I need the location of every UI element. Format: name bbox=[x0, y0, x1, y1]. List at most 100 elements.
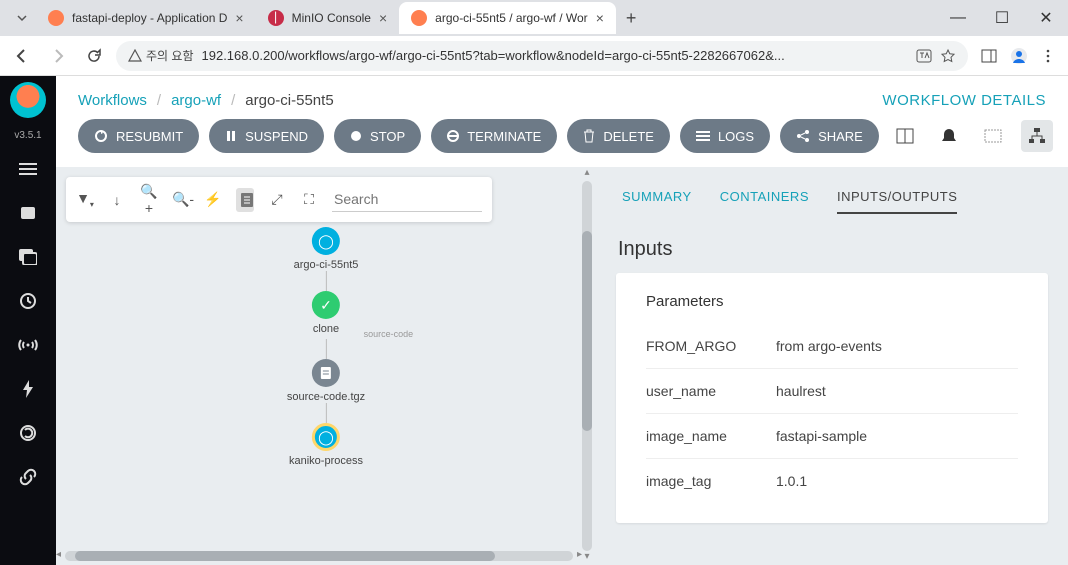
address-bar-row: 주의 요함 192.168.0.200/workflows/argo-wf/ar… bbox=[0, 36, 1068, 76]
arrow-right-icon bbox=[49, 47, 67, 65]
back-button[interactable] bbox=[8, 42, 36, 70]
vertical-scrollbar[interactable]: ▴ ▾ bbox=[580, 167, 594, 565]
star-icon[interactable] bbox=[940, 48, 956, 64]
scroll-up-icon[interactable]: ▴ bbox=[584, 167, 589, 181]
fit-icon[interactable]: ⤢ bbox=[268, 191, 286, 208]
timeline-view-icon[interactable] bbox=[977, 120, 1009, 152]
crumb-sep: / bbox=[157, 92, 161, 109]
browser-tab-fastapi[interactable]: fastapi-deploy - Application D × bbox=[36, 2, 256, 34]
sidebar-templates2-icon[interactable] bbox=[12, 241, 44, 273]
browser-tab-minio[interactable]: ⎮ MinIO Console × bbox=[256, 2, 400, 34]
stop-icon bbox=[350, 130, 362, 142]
translate-icon[interactable] bbox=[916, 48, 932, 64]
scroll-down-icon[interactable]: ▾ bbox=[584, 551, 589, 565]
node-root[interactable]: ◯ argo-ci-55nt5 bbox=[294, 227, 359, 271]
artifact-icon bbox=[312, 359, 340, 387]
node-status-running-selected-icon: ◯ bbox=[312, 423, 340, 451]
document-icon[interactable] bbox=[236, 188, 254, 212]
trash-icon bbox=[583, 129, 595, 143]
tab-title: fastapi-deploy - Application D bbox=[72, 11, 227, 25]
node-artifact[interactable]: source-code.tgz bbox=[287, 359, 365, 403]
param-row: user_name haulrest bbox=[646, 369, 1018, 414]
node-label: argo-ci-55nt5 bbox=[294, 259, 359, 271]
notifications-icon[interactable] bbox=[933, 120, 965, 152]
tab-containers[interactable]: CONTAINERS bbox=[720, 189, 809, 214]
zoom-out-icon[interactable]: 🔍- bbox=[172, 191, 190, 208]
view-icons bbox=[889, 120, 1053, 152]
minimize-button[interactable]: — bbox=[936, 2, 980, 34]
crumb-workflows[interactable]: Workflows bbox=[78, 92, 147, 109]
param-value: from argo-events bbox=[776, 338, 1018, 354]
param-key: image_name bbox=[646, 428, 776, 444]
suspend-button[interactable]: SUSPEND bbox=[209, 119, 324, 153]
sidebar-reports-icon[interactable] bbox=[12, 417, 44, 449]
warning-icon bbox=[128, 49, 142, 63]
sidebar-templates-icon[interactable] bbox=[12, 197, 44, 229]
tab-inputs-outputs[interactable]: INPUTS/OUTPUTS bbox=[837, 189, 957, 214]
terminate-button[interactable]: TERMINATE bbox=[431, 119, 557, 153]
graph-view-icon[interactable] bbox=[1021, 120, 1053, 152]
fullscreen-icon[interactable]: ⛶ bbox=[300, 191, 318, 208]
scroll-thumb[interactable] bbox=[75, 551, 495, 561]
edge bbox=[325, 403, 326, 423]
argo-logo[interactable] bbox=[10, 82, 46, 118]
sidebar-link-icon[interactable] bbox=[12, 461, 44, 493]
reload-button[interactable] bbox=[80, 42, 108, 70]
close-icon[interactable]: × bbox=[596, 10, 604, 26]
security-warning: 주의 요함 bbox=[128, 47, 194, 64]
tabs-dropdown[interactable] bbox=[8, 12, 36, 24]
crumb-namespace[interactable]: argo-wf bbox=[171, 92, 221, 109]
graph-canvas[interactable]: ◯ argo-ci-55nt5 ✓ clone source-code bbox=[56, 167, 596, 565]
resubmit-button[interactable]: RESUBMIT bbox=[78, 119, 199, 153]
node-kaniko[interactable]: ◯ kaniko-process bbox=[289, 423, 363, 467]
share-button[interactable]: SHARE bbox=[780, 119, 879, 153]
scroll-thumb[interactable] bbox=[582, 231, 592, 431]
edge bbox=[325, 339, 326, 359]
crumb-current: argo-ci-55nt5 bbox=[245, 92, 333, 109]
scroll-left-icon[interactable]: ◂ bbox=[56, 549, 61, 563]
inputs-heading: Inputs bbox=[618, 238, 1046, 261]
maximize-button[interactable]: ☐ bbox=[980, 2, 1024, 34]
stop-button[interactable]: STOP bbox=[334, 119, 421, 153]
columns-view-icon[interactable] bbox=[889, 120, 921, 152]
arrow-left-icon bbox=[13, 47, 31, 65]
param-key: image_tag bbox=[646, 473, 776, 489]
close-icon[interactable]: × bbox=[379, 10, 387, 26]
sidebar-sensors-icon[interactable] bbox=[12, 329, 44, 361]
main-content: Workflows / argo-wf / argo-ci-55nt5 WORK… bbox=[56, 76, 1068, 565]
filter-icon[interactable]: ▼▾ bbox=[76, 190, 94, 209]
speed-icon[interactable]: ⚡ bbox=[204, 191, 222, 208]
workflow-details-link[interactable]: WORKFLOW DETAILS bbox=[882, 92, 1046, 109]
sidebar-events-icon[interactable] bbox=[12, 373, 44, 405]
profile-icon[interactable] bbox=[1010, 47, 1028, 65]
tab-summary[interactable]: SUMMARY bbox=[622, 189, 692, 214]
close-window-button[interactable]: ✕ bbox=[1024, 2, 1068, 34]
forward-button[interactable] bbox=[44, 42, 72, 70]
node-status-success-icon: ✓ bbox=[312, 291, 340, 319]
node-clone[interactable]: ✓ clone bbox=[312, 291, 340, 335]
browser-tabs: fastapi-deploy - Application D × ⎮ MinIO… bbox=[0, 0, 1068, 36]
page-header: Workflows / argo-wf / argo-ci-55nt5 WORK… bbox=[56, 76, 1068, 119]
warning-text: 주의 요함 bbox=[146, 47, 194, 64]
graph-search-input[interactable] bbox=[332, 187, 482, 212]
window-buttons: — ☐ ✕ bbox=[936, 2, 1068, 34]
details-tabs: SUMMARY CONTAINERS INPUTS/OUTPUTS bbox=[616, 167, 1048, 224]
collapse-icon[interactable]: ↓ bbox=[108, 192, 126, 208]
scroll-right-icon[interactable]: ▸ bbox=[577, 549, 582, 563]
browser-tab-argo-active[interactable]: argo-ci-55nt5 / argo-wf / Wor × bbox=[399, 2, 616, 34]
zoom-in-icon[interactable]: 🔍+ bbox=[140, 183, 158, 216]
param-value: haulrest bbox=[776, 383, 1018, 399]
workspace: ▼▾ ↓ 🔍+ 🔍- ⚡ ⤢ ⛶ ◯ arg bbox=[56, 167, 1068, 565]
sidebar-workflows-icon[interactable] bbox=[12, 153, 44, 185]
new-tab-button[interactable]: + bbox=[616, 8, 647, 29]
sidepanel-icon[interactable] bbox=[980, 47, 998, 65]
delete-button[interactable]: DELETE bbox=[567, 119, 670, 153]
close-icon[interactable]: × bbox=[235, 10, 243, 26]
sidebar: v3.5.1 bbox=[0, 76, 56, 565]
menu-icon[interactable] bbox=[1040, 48, 1056, 64]
sidebar-cron-icon[interactable] bbox=[12, 285, 44, 317]
url-bar[interactable]: 주의 요함 192.168.0.200/workflows/argo-wf/ar… bbox=[116, 41, 968, 71]
horizontal-scrollbar[interactable]: ◂ ▸ bbox=[56, 549, 582, 563]
logs-button[interactable]: LOGS bbox=[680, 119, 770, 153]
param-key: FROM_ARGO bbox=[646, 338, 776, 354]
